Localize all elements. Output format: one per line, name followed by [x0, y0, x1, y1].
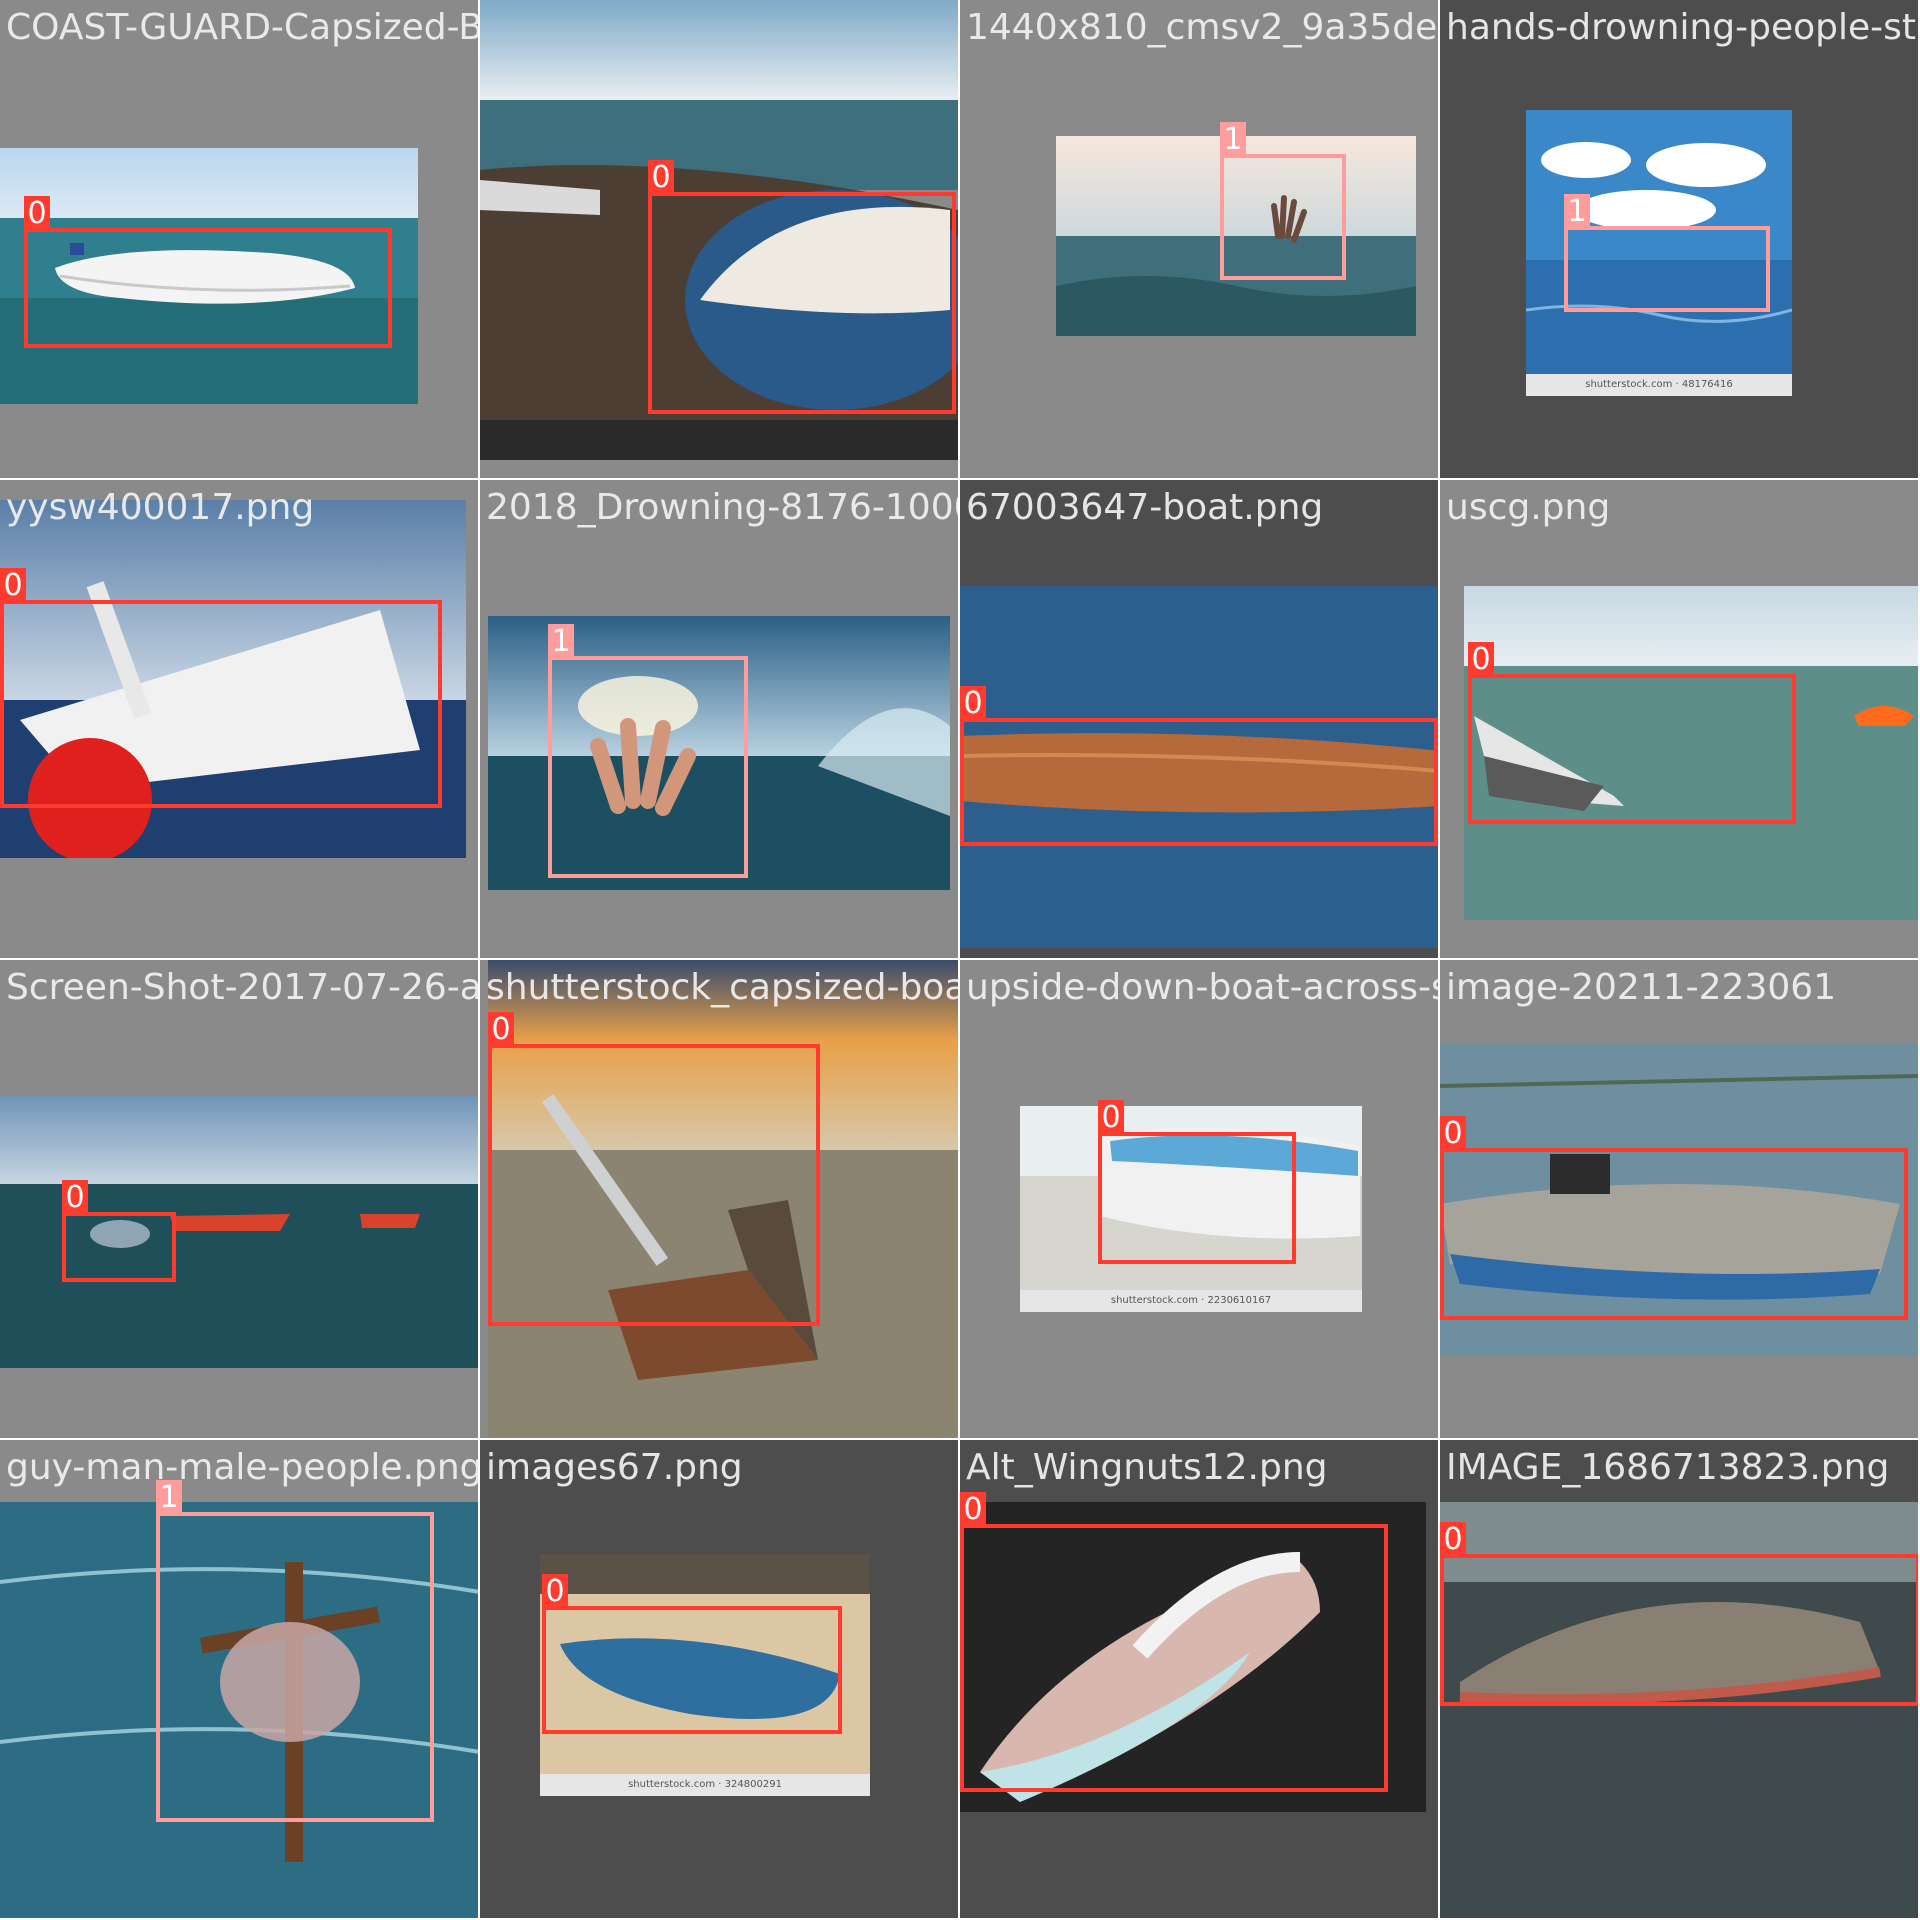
bounding-box-label: 0	[542, 1574, 568, 1610]
bounding-box: 1	[156, 1480, 434, 1822]
bounding-box: 0	[1440, 1116, 1908, 1320]
mosaic-tile: 0 COAST-GUARD-Capsized-BoatsCoastCreatSC…	[0, 0, 480, 480]
mosaic-tile: 0 image-20211-223061	[1440, 960, 1920, 1440]
bounding-box-label: 0	[1440, 1522, 1466, 1558]
mosaic-tile: 0	[480, 0, 960, 480]
image-filename: 2018_Drowning-8176-1000x600.png	[486, 487, 960, 528]
bounding-box-label: 0	[488, 1012, 514, 1048]
bounding-box: 0	[960, 686, 1438, 846]
bounding-box-label: 0	[62, 1180, 88, 1216]
image-filename: image-20211-223061	[1446, 967, 1837, 1008]
mosaic-tile: 0 yysw400017.png	[0, 480, 480, 960]
mosaic-tile: 0 67003647-boat.png	[960, 480, 1440, 960]
bounding-box-label: 0	[0, 568, 26, 604]
bounding-box-label: 0	[648, 160, 674, 196]
mosaic-tile: 0 IMAGE_1686713823.png	[1440, 1440, 1920, 1920]
image-filename: 1440x810_cmsv2_9a35debf-f60d-5f86-868f-9	[966, 7, 1438, 48]
mosaic-tile: 0 Screen-Shot-2017-07-26-at-8.49.05-PM.p…	[0, 960, 480, 1440]
bounding-box-label: 1	[1220, 122, 1246, 158]
mosaic-tile: 0 shutterstock_capsized-boat-7448312169.…	[480, 960, 960, 1440]
mosaic-tile: 1 1440x810_cmsv2_9a35debf-f60d-5f86-868f…	[960, 0, 1440, 480]
bounding-box-label: 0	[1098, 1100, 1124, 1136]
bounding-box-label: 0	[960, 1492, 986, 1528]
bounding-box-label: 0	[960, 686, 986, 722]
image-filename: COAST-GUARD-Capsized-BoatsCoastCreatSCRE…	[6, 7, 480, 48]
bounding-box-label: 0	[24, 196, 50, 232]
bounding-box: 1	[1220, 122, 1346, 280]
bounding-box: 1	[548, 624, 748, 878]
bounding-box-label: 0	[1440, 1116, 1466, 1152]
bounding-box: 0	[960, 1492, 1388, 1792]
image-filename: images67.png	[486, 1447, 743, 1488]
mosaic-tile: 0 uscg.png	[1440, 480, 1920, 960]
bounding-box: 0	[1098, 1100, 1296, 1264]
image-filename: hands-drowning-people-stick	[1446, 7, 1920, 48]
image-filename: 67003647-boat.png	[966, 487, 1324, 528]
bounding-box: 0	[488, 1012, 820, 1326]
mosaic-tile: 1 guy-man-male-people.png	[0, 1440, 480, 1920]
stock-watermark: shutterstock.com · 2230610167	[1020, 1290, 1362, 1312]
mosaic-tile: shutterstock.com · 48176416 1 hands-drow…	[1440, 0, 1920, 480]
bounding-box: 0	[1440, 1522, 1918, 1706]
mosaic-tile: shutterstock.com · 324800291 0 images67.…	[480, 1440, 960, 1920]
bounding-box: 0	[648, 160, 956, 414]
mosaic-tile: 0 Alt_Wingnuts12.png	[960, 1440, 1440, 1920]
bounding-box-label: 1	[548, 624, 574, 660]
stock-watermark: shutterstock.com · 48176416	[1526, 374, 1792, 396]
detection-mosaic: 0 COAST-GUARD-Capsized-BoatsCoastCreatSC…	[0, 0, 1920, 1920]
image-filename: uscg.png	[1446, 487, 1611, 528]
bounding-box: 0	[542, 1574, 842, 1734]
bounding-box: 0	[62, 1180, 176, 1282]
image-filename: yysw400017.png	[6, 487, 315, 528]
bounding-box-label: 0	[1468, 642, 1494, 678]
image-filename: upside-down-boat-across-sea-	[966, 967, 1438, 1008]
stock-watermark: shutterstock.com · 324800291	[540, 1774, 870, 1796]
image-filename: IMAGE_1686713823.png	[1446, 1447, 1890, 1488]
bounding-box: 0	[1468, 642, 1796, 824]
image-filename: Screen-Shot-2017-07-26-at-8.49.05-PM.png	[6, 967, 480, 1008]
image-filename: guy-man-male-people.png	[6, 1447, 480, 1488]
bounding-box: 1	[1564, 194, 1770, 312]
mosaic-tile: 1 2018_Drowning-8176-1000x600.png	[480, 480, 960, 960]
mosaic-tile: shutterstock.com · 2230610167 0 upside-d…	[960, 960, 1440, 1440]
image-filename: Alt_Wingnuts12.png	[966, 1447, 1328, 1488]
bounding-box: 0	[0, 568, 442, 808]
bounding-box: 0	[24, 196, 392, 348]
bounding-box-label: 1	[1564, 194, 1590, 230]
image-filename: shutterstock_capsized-boat-7448312169.pn…	[486, 967, 960, 1008]
